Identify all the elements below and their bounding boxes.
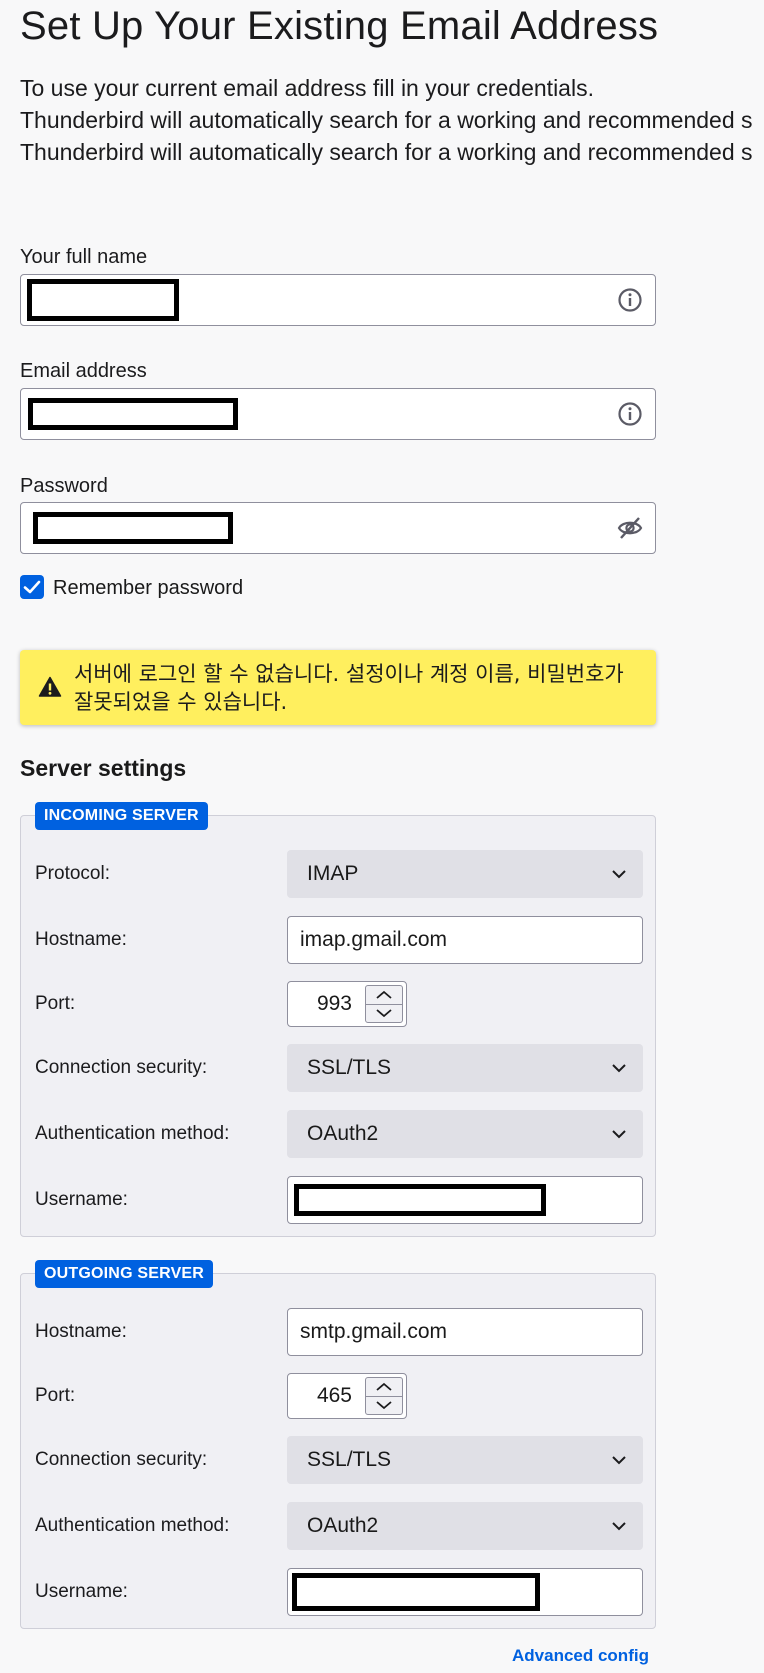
select-value: IMAP (307, 862, 359, 885)
port-label: Port: (35, 1385, 76, 1406)
login-error-message: 서버에 로그인 할 수 없습니다. 설정이나 계정 이름, 비밀번호가 잘못되었… (74, 662, 624, 714)
page-title: Set Up Your Existing Email Address (20, 4, 659, 48)
port-spinner[interactable] (365, 985, 403, 1023)
checkmark-icon (23, 580, 41, 594)
intro-line: To use your current email address fill i… (20, 75, 594, 101)
chevron-down-icon (612, 1522, 626, 1531)
full-name-label: Your full name (20, 246, 148, 268)
redacted-value (294, 1184, 546, 1216)
outgoing-server-group: OUTGOING SERVER Hostname: smtp.gmail.com… (20, 1260, 656, 1629)
intro-text: To use your current email address fill i… (20, 72, 764, 168)
chevron-down-icon (612, 1064, 626, 1073)
outgoing-hostname-input[interactable]: smtp.gmail.com (287, 1308, 643, 1356)
auth-method-label: Authentication method: (35, 1123, 230, 1144)
outgoing-security-select[interactable]: SSL/TLS (287, 1436, 643, 1484)
chevron-down-icon[interactable] (366, 1004, 402, 1022)
username-label: Username: (35, 1189, 128, 1210)
select-value: OAuth2 (307, 1122, 379, 1145)
outgoing-username-input[interactable] (287, 1568, 643, 1616)
advanced-config-link[interactable]: Advanced config (512, 1646, 649, 1666)
account-setup-page: Set Up Your Existing Email Address To us… (0, 0, 764, 1673)
incoming-server-legend: INCOMING SERVER (35, 802, 208, 830)
incoming-protocol-select[interactable]: IMAP (287, 850, 643, 898)
eye-slash-icon[interactable] (617, 515, 643, 541)
hostname-label: Hostname: (35, 1321, 127, 1342)
chevron-up-icon[interactable] (366, 1378, 402, 1397)
chevron-down-icon (612, 1456, 626, 1465)
port-spinner[interactable] (365, 1377, 403, 1415)
remember-password-checkbox[interactable] (20, 575, 44, 599)
chevron-down-icon (612, 1130, 626, 1139)
incoming-auth-select[interactable]: OAuth2 (287, 1110, 643, 1158)
hostname-label: Hostname: (35, 929, 127, 950)
server-settings-heading: Server settings (20, 755, 187, 781)
select-value: SSL/TLS (307, 1448, 392, 1471)
input-value: smtp.gmail.com (300, 1320, 448, 1343)
connection-security-label: Connection security: (35, 1449, 208, 1470)
intro-line: Thunderbird will automatically search fo… (20, 107, 753, 133)
chevron-up-icon[interactable] (366, 986, 402, 1005)
outgoing-port-input[interactable]: 465 (287, 1373, 407, 1419)
select-value: SSL/TLS (307, 1056, 392, 1079)
port-label: Port: (35, 993, 76, 1014)
remember-password-label[interactable]: Remember password (53, 577, 243, 600)
incoming-security-select[interactable]: SSL/TLS (287, 1044, 643, 1092)
redacted-value (28, 398, 238, 430)
input-value: imap.gmail.com (300, 928, 448, 951)
protocol-label: Protocol: (35, 863, 110, 884)
info-icon[interactable] (617, 287, 643, 313)
redacted-value (292, 1573, 540, 1611)
chevron-down-icon[interactable] (366, 1396, 402, 1414)
info-icon[interactable] (617, 401, 643, 427)
full-name-input[interactable] (20, 274, 656, 326)
outgoing-server-legend: OUTGOING SERVER (35, 1260, 214, 1288)
incoming-username-input[interactable] (287, 1176, 643, 1224)
chevron-down-icon (612, 870, 626, 879)
redacted-value (27, 279, 179, 321)
incoming-port-input[interactable]: 993 (287, 981, 407, 1027)
outgoing-auth-select[interactable]: OAuth2 (287, 1502, 643, 1550)
password-input[interactable] (20, 502, 656, 554)
username-label: Username: (35, 1581, 128, 1602)
auth-method-label: Authentication method: (35, 1515, 230, 1536)
input-value: 465 (316, 1384, 352, 1407)
redacted-value (33, 512, 233, 544)
intro-line: Thunderbird will automatically search fo… (20, 139, 753, 165)
password-label: Password (20, 475, 108, 497)
connection-security-label: Connection security: (35, 1057, 208, 1078)
select-value: OAuth2 (307, 1514, 379, 1537)
incoming-server-group: INCOMING SERVER Protocol: IMAP Hostname:… (20, 802, 656, 1237)
input-value: 993 (316, 992, 352, 1015)
warning-triangle-icon (38, 676, 62, 697)
login-error-notification: 서버에 로그인 할 수 없습니다. 설정이나 계정 이름, 비밀번호가 잘못되었… (20, 650, 656, 725)
email-label: Email address (20, 360, 147, 382)
incoming-hostname-input[interactable]: imap.gmail.com (287, 916, 643, 964)
email-input[interactable] (20, 388, 656, 440)
